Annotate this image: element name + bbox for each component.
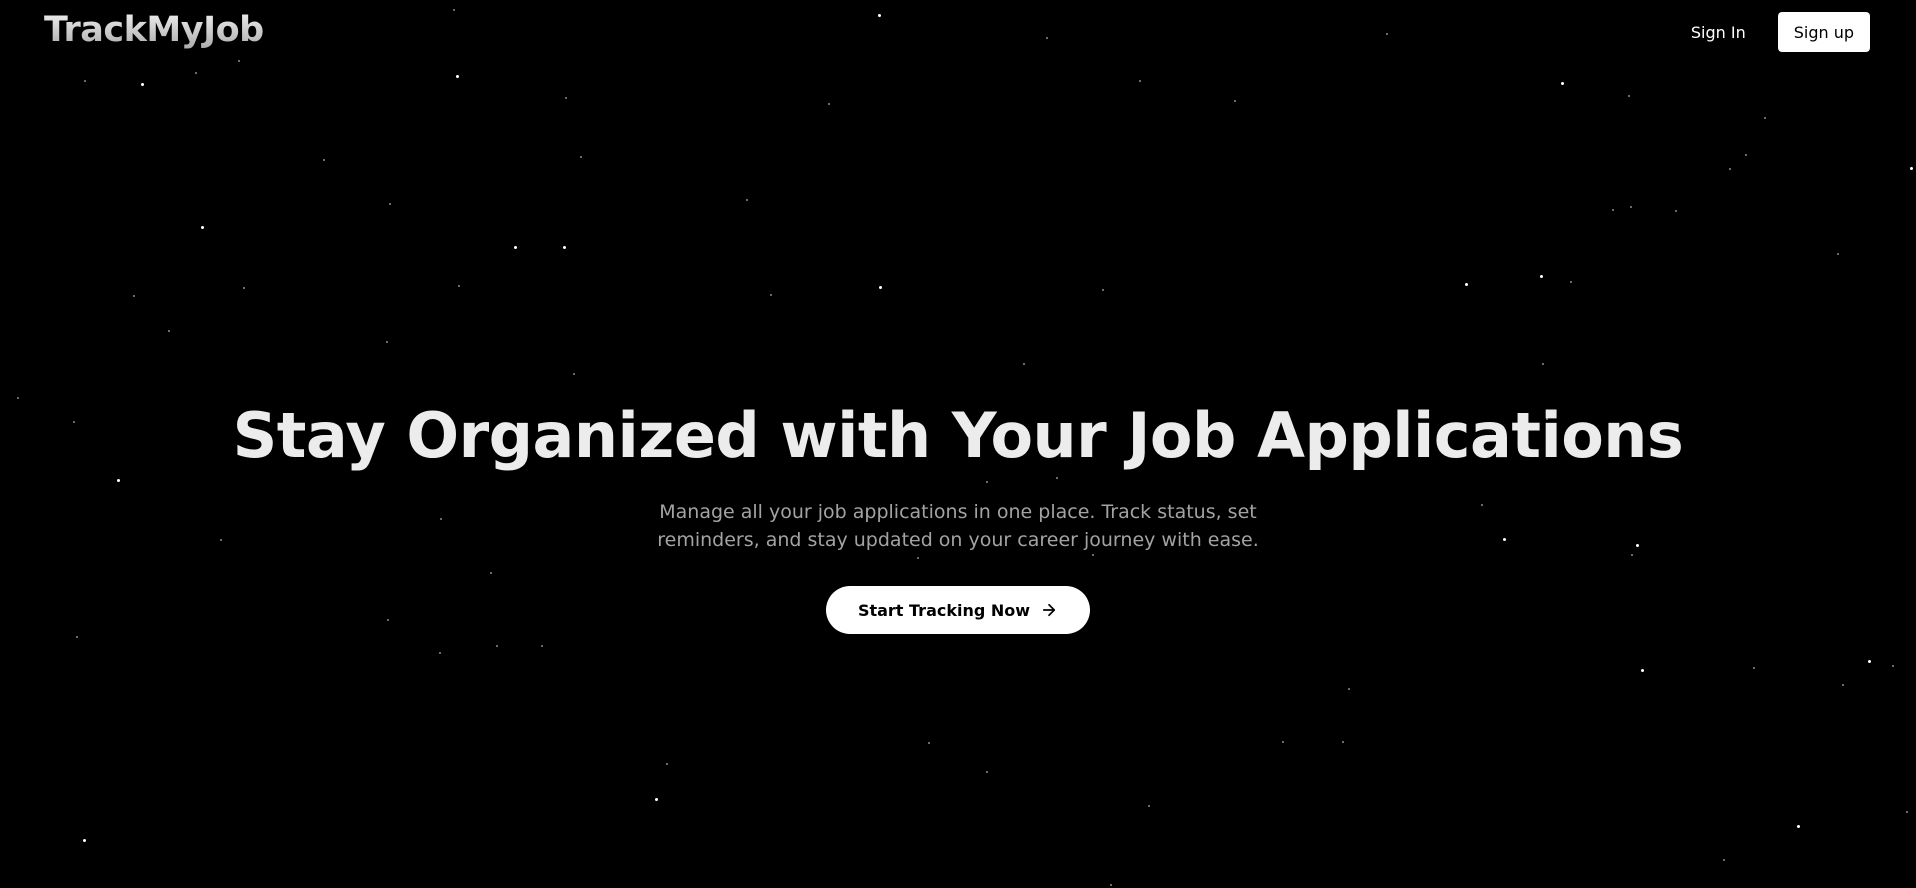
star-dot (1023, 363, 1025, 365)
star-dot (565, 97, 567, 99)
arrow-right-icon (1040, 601, 1058, 619)
star-dot (666, 763, 668, 765)
start-tracking-label: Start Tracking Now (857, 600, 1031, 620)
sign-in-button[interactable]: Sign In (1681, 15, 1756, 50)
star-dot (456, 75, 459, 78)
hero-subtext: Manage all your job applications in one … (657, 501, 1259, 551)
star-dot (83, 839, 86, 842)
star-dot (1102, 289, 1104, 291)
star-dot (828, 103, 830, 105)
star-dot (1282, 741, 1284, 743)
star-dot (1342, 741, 1344, 743)
star-dot (655, 798, 658, 801)
star-dot (323, 159, 325, 161)
star-dot (1842, 684, 1844, 686)
star-dot (243, 287, 245, 289)
star-dot (1630, 206, 1632, 208)
star-dot (746, 199, 748, 201)
star-dot (1465, 283, 1468, 286)
star-dot (133, 295, 135, 297)
star-dot (1723, 859, 1725, 861)
star-dot (1906, 811, 1908, 813)
star-dot (1542, 363, 1544, 365)
star-dot (1628, 95, 1630, 97)
star-dot (879, 286, 882, 289)
hero-headline: Stay Organized with Your Job Application… (232, 399, 1684, 472)
star-dot (1612, 209, 1614, 211)
star-dot (1234, 100, 1236, 102)
star-dot (1540, 275, 1543, 278)
start-tracking-button[interactable]: Start Tracking Now (825, 586, 1091, 634)
star-dot (580, 156, 582, 158)
star-dot (1892, 665, 1894, 667)
star-dot (1745, 154, 1747, 156)
star-dot (458, 285, 460, 287)
star-dot (1641, 669, 1644, 672)
star-dot (1868, 660, 1871, 663)
star-dot (386, 341, 388, 343)
star-dot (1837, 253, 1839, 255)
star-dot (141, 83, 144, 86)
star-dot (1910, 167, 1913, 170)
star-dot (389, 203, 391, 205)
sign-up-button[interactable]: Sign up (1777, 12, 1870, 52)
star-dot (201, 226, 204, 229)
star-dot (928, 742, 930, 744)
nav-actions: Sign In Sign up (1681, 12, 1870, 52)
star-dot (986, 771, 988, 773)
star-dot (168, 330, 170, 332)
star-dot (496, 645, 498, 647)
star-dot (195, 72, 197, 74)
landing-page: TrackMyJob Sign In Sign up Stay Organize… (0, 0, 1916, 888)
star-dot (514, 246, 517, 249)
star-dot (1675, 210, 1677, 212)
star-dot (1753, 667, 1755, 669)
star-dot (76, 636, 78, 638)
top-navbar: TrackMyJob Sign In Sign up (0, 0, 1916, 64)
star-dot (1764, 117, 1766, 119)
star-dot (84, 80, 86, 82)
hero-section: Stay Organized with Your Job Application… (0, 396, 1916, 634)
star-dot (1561, 82, 1564, 85)
star-dot (1139, 80, 1141, 82)
logo[interactable]: TrackMyJob (44, 10, 264, 50)
star-dot (1729, 168, 1731, 170)
star-dot (1797, 825, 1800, 828)
star-dot (563, 246, 566, 249)
star-dot (770, 294, 772, 296)
star-dot (439, 652, 441, 654)
star-dot (1148, 805, 1150, 807)
star-dot (573, 373, 575, 375)
star-dot (1570, 281, 1572, 283)
star-dot (1110, 884, 1112, 886)
star-dot (1348, 688, 1350, 690)
star-dot (541, 645, 543, 647)
